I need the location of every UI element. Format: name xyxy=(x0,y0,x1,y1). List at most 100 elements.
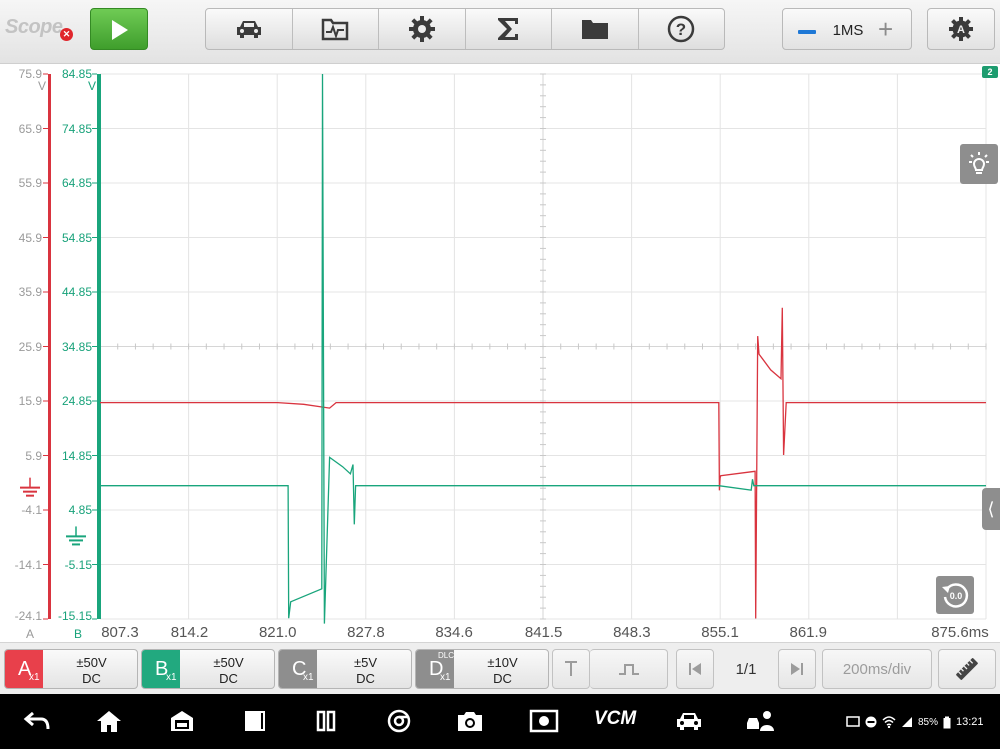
channel-c-button[interactable]: C x1 ±5V DC xyxy=(278,649,412,689)
y-tick-label-a: 45.9 xyxy=(18,230,42,245)
channel-range: ±10V xyxy=(487,655,518,670)
help-button[interactable]: ? xyxy=(639,9,725,49)
channel-coupling: DC xyxy=(493,671,512,686)
x-tick-label: 855.1 xyxy=(701,624,739,641)
oscilloscope-plot[interactable]: 2 ⟨ 0.0 75.9 84.85 65.9 74.85 55.9 64.85 45.9 5… xyxy=(0,64,1000,642)
person-car-icon[interactable] xyxy=(744,708,778,734)
vcm-icon[interactable]: VCM xyxy=(594,708,636,730)
system-navigation-bar: VCM 85% 13:21 xyxy=(0,694,1000,749)
top-toolbar: Scope ✕ ? 1MS + A xyxy=(0,0,1000,64)
camera-icon[interactable] xyxy=(455,708,485,734)
channel-coupling: DC xyxy=(219,671,238,686)
x-tick-label: 841.5 xyxy=(524,624,563,641)
scope-settings-button[interactable]: A xyxy=(927,8,995,50)
y-tick-label-b: 24.85 xyxy=(61,394,92,408)
wifi-icon xyxy=(882,716,896,728)
signal-icon xyxy=(902,717,912,727)
unit-label-a: V xyxy=(38,79,47,93)
vehicle-button[interactable] xyxy=(206,9,293,49)
y-tick-label-b: 34.85 xyxy=(61,339,92,354)
tool-group: ? xyxy=(205,8,725,50)
cast-icon xyxy=(846,716,860,727)
plot-canvas[interactable] xyxy=(0,64,1000,642)
channel-a-button[interactable]: A x1 ±50V DC xyxy=(4,649,138,689)
next-button[interactable] xyxy=(778,649,816,689)
math-button[interactable] xyxy=(466,9,552,49)
y-tick-label-b: 4.85 xyxy=(68,503,92,517)
channel-b-indicator: B x1 xyxy=(142,650,180,688)
app-title: Scope xyxy=(5,16,63,38)
measure-button[interactable] xyxy=(938,649,996,689)
x-tick-label: 821.0 xyxy=(258,624,297,641)
home-icon[interactable] xyxy=(94,708,124,734)
channel-probe: x1 xyxy=(166,672,177,683)
timebase-value: 1MS xyxy=(832,22,864,39)
channel-d-button[interactable]: DLC D x1 ±10V DC xyxy=(415,649,549,689)
screenshot-icon[interactable] xyxy=(528,708,560,734)
channel-b-badge: 2 xyxy=(982,66,998,78)
x-tick-label: 807.3 xyxy=(101,624,139,641)
y-tick-label-a: -4.1 xyxy=(21,503,42,517)
brightness-button[interactable] xyxy=(960,144,998,184)
battery-level: 85% xyxy=(918,716,939,728)
channel-b-axis-name: B xyxy=(74,627,83,641)
folder-icon xyxy=(581,20,608,39)
error-badge-icon: ✕ xyxy=(60,28,73,41)
garage-icon[interactable] xyxy=(168,708,196,734)
reset-zoom-button[interactable]: 0.0 xyxy=(936,576,974,614)
reset-zoom-icon: 0.0 xyxy=(942,583,969,608)
x-tick-label: 848.3 xyxy=(613,624,651,641)
y-tick-label-b: 74.85 xyxy=(61,121,92,136)
waveform-library-button[interactable] xyxy=(293,9,379,49)
scope-settings-icon: A xyxy=(949,17,973,41)
y-tick-label-b: 84.85 xyxy=(61,67,92,81)
channel-probe: x1 xyxy=(440,672,451,683)
x-tick-label: 834.6 xyxy=(435,624,473,641)
y-tick-label-a: 65.9 xyxy=(18,121,42,136)
channel-b-axis-rail xyxy=(97,74,101,619)
chevron-left-icon[interactable]: ⟨ xyxy=(982,488,1000,530)
y-tick-label-b: -5.15 xyxy=(64,557,92,572)
previous-button[interactable] xyxy=(676,649,714,689)
channel-b-ground-marker[interactable] xyxy=(66,526,86,546)
files-button[interactable] xyxy=(552,9,639,49)
trigger-icon xyxy=(565,661,577,676)
trigger-mode-button[interactable] xyxy=(590,649,668,689)
y-tick-label-a: 15.9 xyxy=(18,394,42,408)
channel-range: ±50V xyxy=(213,655,244,670)
run-button[interactable] xyxy=(90,8,148,50)
channel-probe: x1 xyxy=(29,672,40,683)
time-per-div-button[interactable]: 200ms/div xyxy=(822,649,932,689)
pulse-icon xyxy=(618,664,639,675)
page-indicator: 1/1 xyxy=(735,661,757,678)
help-icon: ? xyxy=(668,15,695,43)
ruler-icon xyxy=(956,658,978,680)
gear-icon xyxy=(408,16,435,42)
x-tick-label: 814.2 xyxy=(170,624,209,641)
channel-a-ground-marker[interactable] xyxy=(20,477,40,497)
channel-range: ±5V xyxy=(353,655,378,670)
channel-bar: A x1 ±50V DC B x1 ±50V DC C x1 ±5V DC DL… xyxy=(0,642,1000,694)
back-icon[interactable] xyxy=(22,708,52,734)
y-tick-label-a: 5.9 xyxy=(25,448,42,463)
waveform-folder-icon xyxy=(322,18,349,41)
y-tick-label-a: 25.9 xyxy=(18,339,42,354)
unit-label-b: V xyxy=(88,79,97,93)
status-bar: 85% 13:21 xyxy=(846,714,984,730)
recent-apps-icon[interactable] xyxy=(314,708,338,734)
skip-previous-icon xyxy=(689,663,701,675)
channel-b-button[interactable]: B x1 ±50V DC xyxy=(141,649,275,689)
y-tick-label-b: 64.85 xyxy=(61,176,92,190)
tablet-icon[interactable] xyxy=(242,708,268,734)
trigger-button[interactable] xyxy=(552,649,590,689)
x-tick-label: 827.8 xyxy=(347,624,385,641)
channel-c-indicator: C x1 xyxy=(279,650,317,688)
car-icon xyxy=(236,21,261,38)
car-icon[interactable] xyxy=(674,708,704,734)
chrome-icon[interactable] xyxy=(385,708,413,734)
minus-icon[interactable] xyxy=(798,30,816,34)
settings-button[interactable] xyxy=(379,9,466,49)
plus-icon[interactable]: + xyxy=(878,16,893,42)
y-tick-label-a: 55.9 xyxy=(18,176,42,190)
channel-coupling: DC xyxy=(82,671,101,686)
